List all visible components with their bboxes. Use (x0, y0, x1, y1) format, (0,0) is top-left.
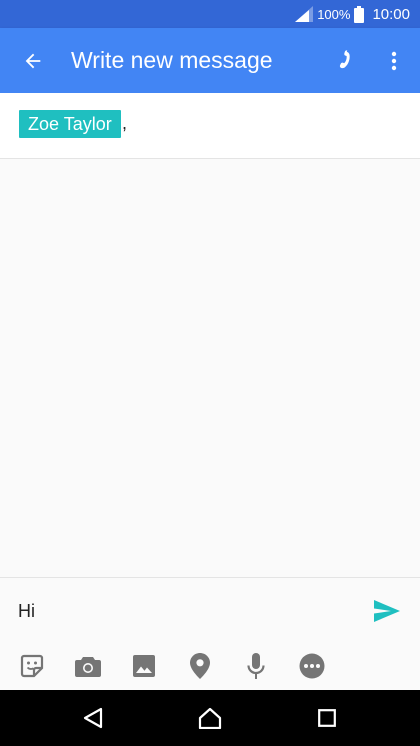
gallery-button[interactable] (128, 650, 160, 682)
more-options-button[interactable] (376, 42, 412, 80)
navigation-bar (0, 690, 420, 746)
sticker-icon (20, 654, 44, 678)
microphone-icon (247, 653, 265, 679)
nav-back-button[interactable] (73, 698, 113, 738)
page-title: Write new message (71, 47, 273, 73)
home-icon (198, 707, 222, 729)
status-indicators: 100% 10:00 (295, 0, 410, 28)
voice-button[interactable] (240, 650, 272, 682)
recipient-chip[interactable]: Zoe Taylor (19, 110, 121, 138)
location-button[interactable] (184, 650, 216, 682)
message-input[interactable] (18, 596, 348, 626)
phone-icon (339, 50, 350, 69)
battery-icon (354, 5, 365, 23)
paper-plane-icon (374, 600, 400, 622)
battery-percentage: 100% (317, 6, 351, 22)
attachment-toolbar (0, 650, 420, 686)
clock: 10:00 (372, 5, 410, 23)
more-horizontal-icon (299, 653, 325, 679)
nav-recents-button[interactable] (307, 698, 347, 738)
call-button[interactable] (326, 42, 364, 80)
compose-area (0, 577, 420, 690)
nav-home-button[interactable] (190, 698, 230, 738)
recipient-separator: , (122, 113, 128, 133)
status-bar: 100% 10:00 (0, 0, 420, 28)
more-attachments-button[interactable] (296, 650, 328, 682)
back-button[interactable] (14, 42, 52, 80)
vertical-dots-icon (391, 51, 397, 71)
back-triangle-icon (83, 707, 103, 729)
arrow-left-icon (25, 53, 41, 69)
camera-button[interactable] (72, 650, 104, 682)
location-pin-icon (190, 653, 210, 679)
app-bar: Write new message (0, 28, 420, 93)
camera-icon (75, 657, 101, 677)
signal-icon (295, 6, 314, 22)
sticker-button[interactable] (16, 650, 48, 682)
image-icon (133, 655, 155, 677)
recent-apps-icon (318, 709, 336, 727)
message-thread (0, 160, 420, 577)
recipient-field[interactable]: Zoe Taylor , (0, 93, 420, 159)
send-button[interactable] (370, 596, 404, 626)
